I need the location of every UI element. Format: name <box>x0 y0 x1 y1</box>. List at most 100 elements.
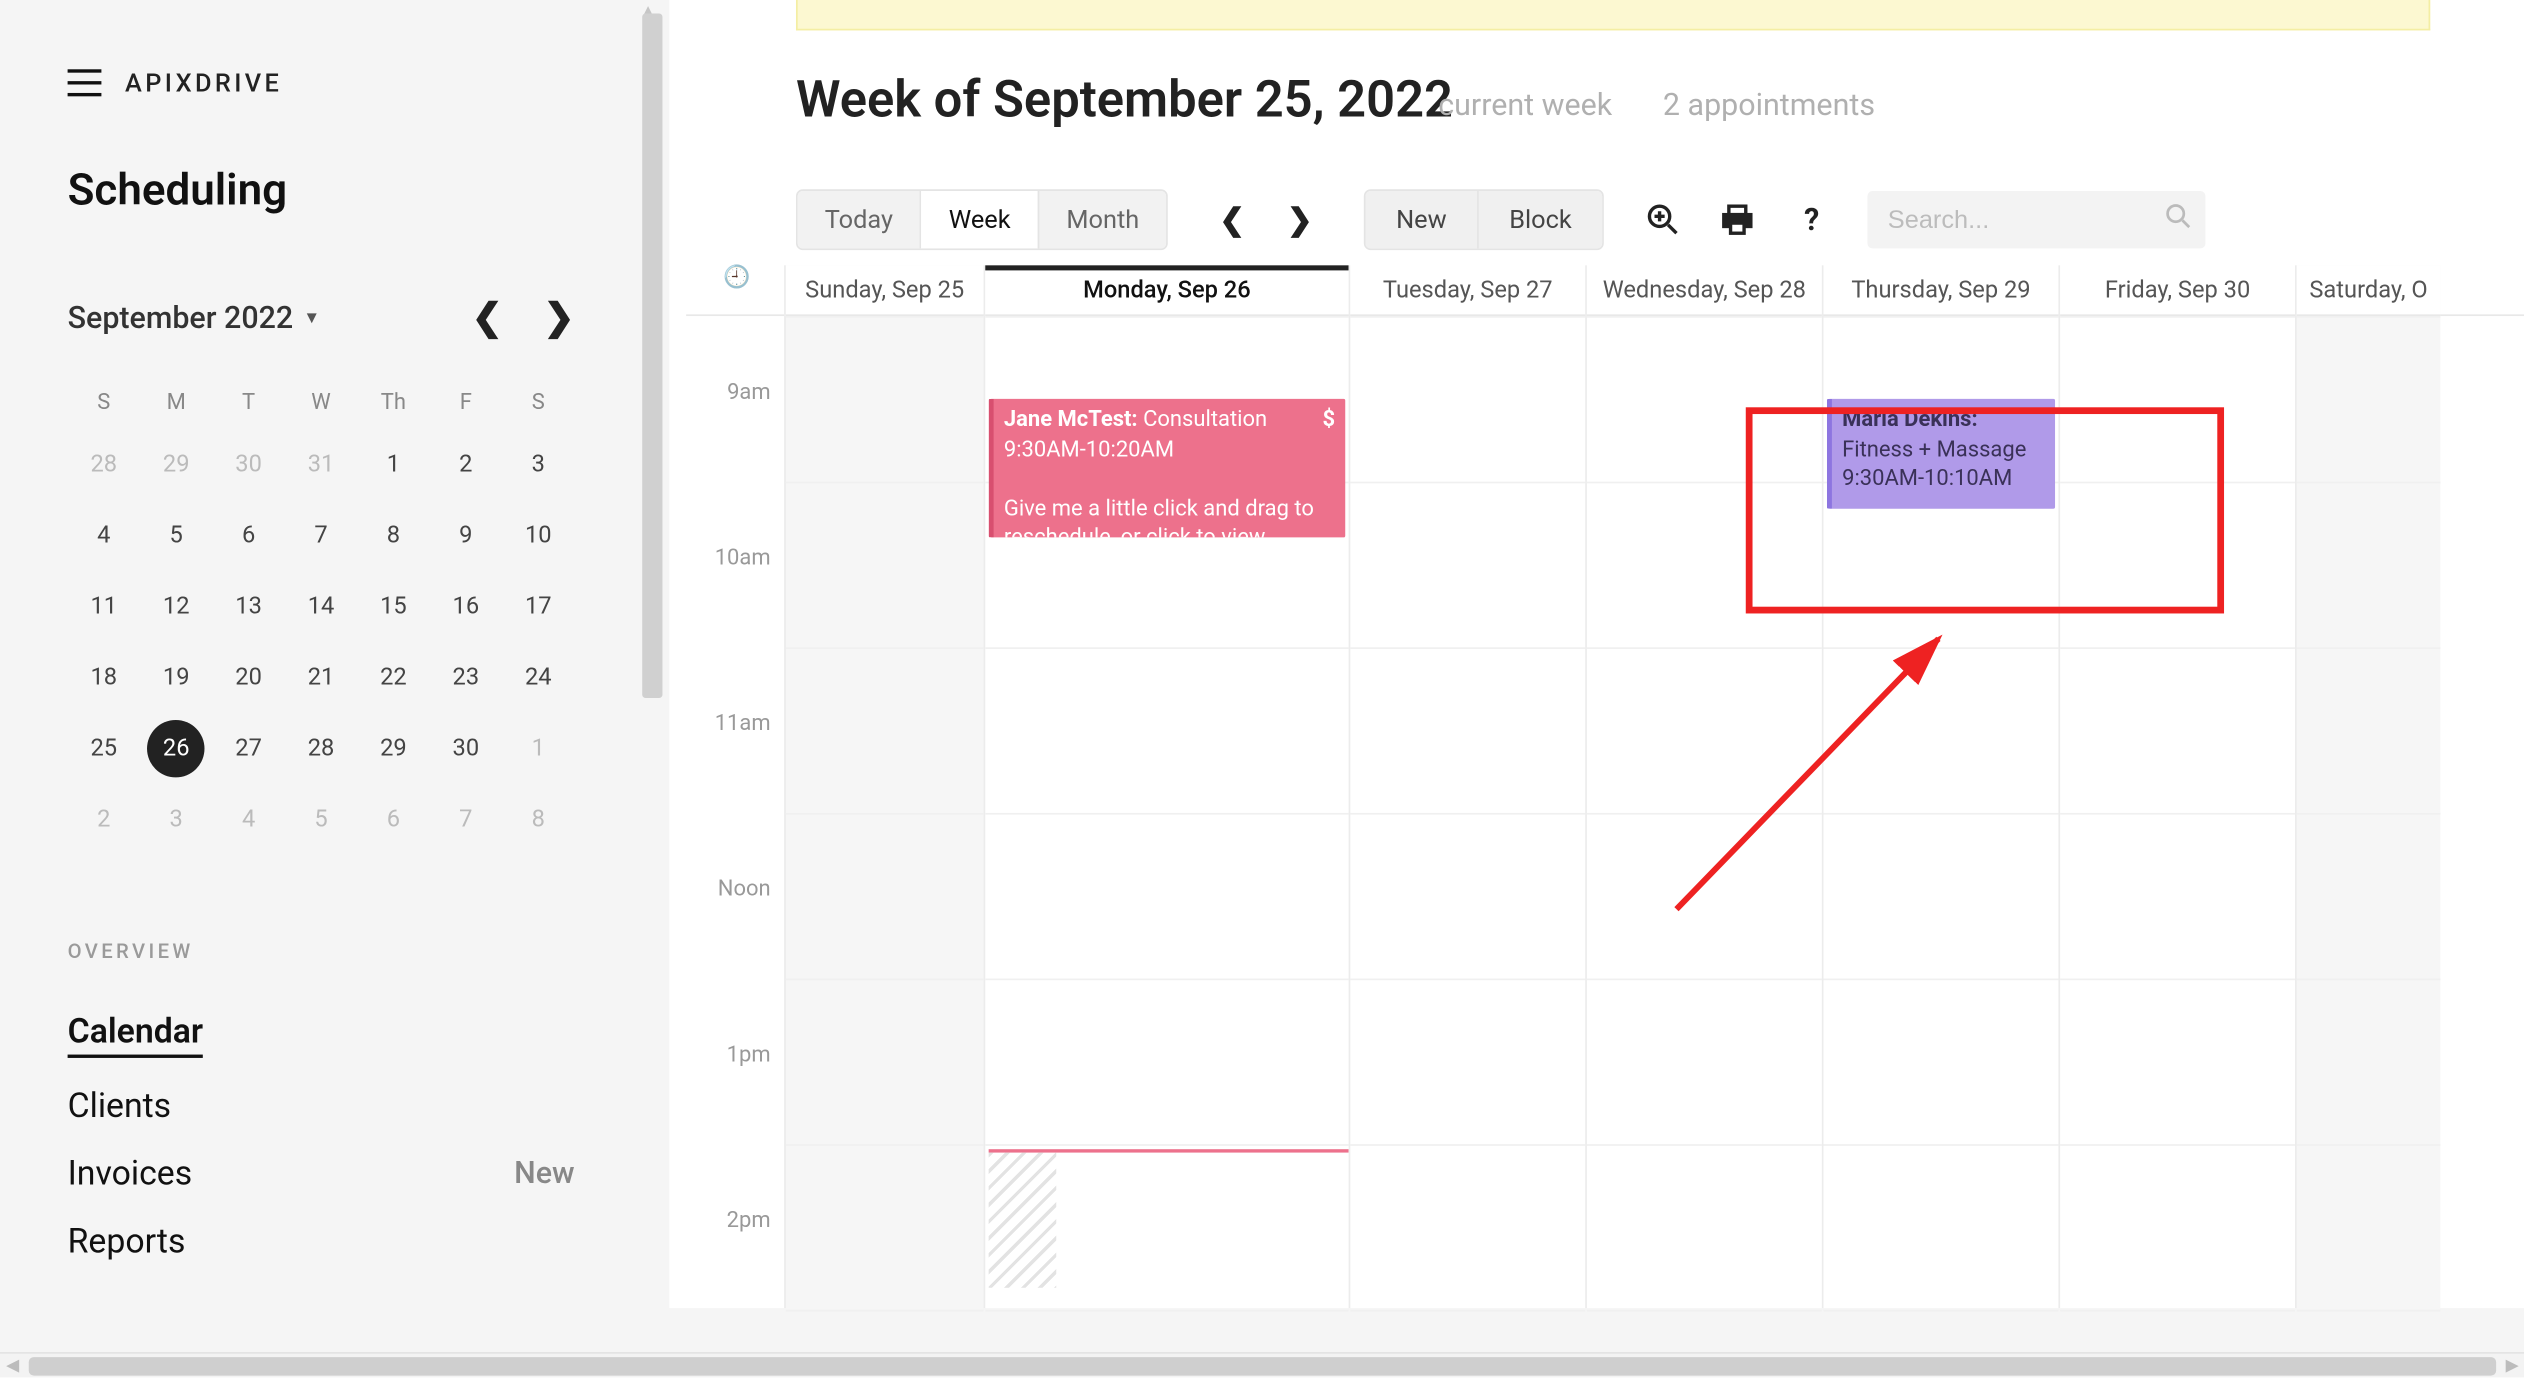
time-label: Noon <box>718 877 771 902</box>
nav-item-invoices[interactable]: InvoicesNew <box>68 1139 575 1207</box>
mini-cal-day[interactable]: 1 <box>365 436 422 493</box>
mini-cal-day[interactable]: 10 <box>510 507 567 564</box>
day-header: Sunday, Sep 25 <box>786 265 984 316</box>
mini-cal-day[interactable]: 3 <box>147 791 204 848</box>
mini-cal-dow: F <box>430 377 502 429</box>
help-icon[interactable]: ? <box>1793 201 1830 238</box>
mini-cal-day[interactable]: 7 <box>437 791 494 848</box>
nav-item-calendar[interactable]: Calendar <box>68 997 575 1071</box>
view-switcher: Today Week Month <box>796 189 1168 250</box>
mini-cal-prev[interactable]: ❮ <box>472 297 503 339</box>
day-column-mon[interactable]: Monday, Sep 26 Jane McTest: Consultation … <box>984 265 1349 1308</box>
horizontal-scrollbar[interactable]: ◀ ▶ <box>0 1352 2524 1377</box>
appointment-count: 2 appointments <box>1663 88 1875 123</box>
mini-cal-day[interactable]: 6 <box>365 791 422 848</box>
day-header: Wednesday, Sep 28 <box>1587 265 1822 316</box>
day-column-sun[interactable]: Sunday, Sep 25 <box>784 265 983 1308</box>
mini-cal-day[interactable]: 2 <box>437 436 494 493</box>
mini-cal-day[interactable]: 12 <box>147 578 204 635</box>
day-header: Thursday, Sep 29 <box>1824 265 2059 316</box>
day-column-fri[interactable]: Friday, Sep 30 <box>2058 265 2295 1308</box>
mini-cal-day[interactable]: 4 <box>220 791 277 848</box>
time-label: 1pm <box>727 1043 771 1068</box>
sidebar-scrollbar[interactable] <box>642 14 662 698</box>
week-next-button[interactable]: ❯ <box>1269 189 1330 250</box>
mini-cal-day[interactable]: 24 <box>510 649 567 706</box>
scroll-left-caret[interactable]: ◀ <box>0 1354 25 1379</box>
mini-cal-day[interactable]: 28 <box>292 720 349 777</box>
mini-cal-day[interactable]: 31 <box>292 436 349 493</box>
page-title: Scheduling <box>68 166 575 217</box>
block-button[interactable]: Block <box>1477 191 1602 248</box>
mini-cal-day[interactable]: 1 <box>510 720 567 777</box>
mini-cal-day[interactable]: 19 <box>147 649 204 706</box>
mini-cal-day[interactable]: 8 <box>365 507 422 564</box>
annotation-arrow <box>1660 605 1964 926</box>
mini-cal-day[interactable]: 22 <box>365 649 422 706</box>
day-header: Friday, Sep 30 <box>2060 265 2295 316</box>
mini-cal-day[interactable]: 2 <box>75 791 132 848</box>
time-label: 11am <box>715 711 771 736</box>
day-column-sat[interactable]: Saturday, O <box>2295 265 2440 1308</box>
mini-cal-day[interactable]: 7 <box>292 507 349 564</box>
mini-cal-dow: W <box>285 377 357 429</box>
mini-cal-dow: T <box>212 377 284 429</box>
mini-cal-day[interactable]: 29 <box>147 436 204 493</box>
week-prev-button[interactable]: ❮ <box>1202 189 1263 250</box>
mini-cal-day[interactable]: 30 <box>437 720 494 777</box>
mini-cal-day[interactable]: 17 <box>510 578 567 635</box>
mini-cal-day[interactable]: 30 <box>220 436 277 493</box>
current-week-label: current week <box>1438 88 1612 123</box>
mini-cal-day[interactable]: 11 <box>75 578 132 635</box>
appointment[interactable]: Jane McTest: Consultation 9:30AM-10:20AM… <box>989 399 1346 537</box>
scroll-right-caret[interactable]: ▶ <box>2500 1354 2524 1379</box>
mini-cal-day[interactable]: 23 <box>437 649 494 706</box>
week-button[interactable]: Week <box>920 191 1038 248</box>
nav-item-clients[interactable]: Clients <box>68 1071 575 1139</box>
menu-icon[interactable] <box>68 69 102 96</box>
month-button[interactable]: Month <box>1038 191 1167 248</box>
search-icon <box>2165 203 2192 237</box>
mini-cal-day[interactable]: 25 <box>75 720 132 777</box>
mini-cal-day[interactable]: 9 <box>437 507 494 564</box>
scroll-thumb[interactable] <box>29 1357 2496 1376</box>
mini-cal-day[interactable]: 4 <box>75 507 132 564</box>
mini-calendar: SMTWThFS 2829303112345678910111213141516… <box>68 377 575 855</box>
mini-cal-day[interactable]: 14 <box>292 578 349 635</box>
mini-cal-day[interactable]: 13 <box>220 578 277 635</box>
mini-cal-day[interactable]: 20 <box>220 649 277 706</box>
mini-cal-day[interactable]: 26 <box>147 720 204 777</box>
mini-cal-next[interactable]: ❯ <box>543 297 574 339</box>
time-label: 10am <box>715 546 771 571</box>
time-gutter: 🕘 9am10am11amNoon1pm2pm <box>686 316 784 1308</box>
notice-bar <box>796 0 2430 30</box>
day-header: Monday, Sep 26 <box>985 265 1348 316</box>
clock-icon: 🕘 <box>723 265 750 290</box>
mini-cal-day[interactable]: 27 <box>220 720 277 777</box>
mini-cal-day[interactable]: 28 <box>75 436 132 493</box>
new-button[interactable]: New <box>1366 191 1477 248</box>
mini-cal-day[interactable]: 3 <box>510 436 567 493</box>
mini-cal-day[interactable]: 5 <box>292 791 349 848</box>
print-icon[interactable] <box>1719 201 1756 238</box>
sidebar: APIXDRIVE Scheduling September 2022 ▼ ❮ … <box>0 0 642 1308</box>
zoom-in-icon[interactable] <box>1644 201 1681 238</box>
mini-cal-day[interactable]: 16 <box>437 578 494 635</box>
mini-cal-day[interactable]: 18 <box>75 649 132 706</box>
day-column-tue[interactable]: Tuesday, Sep 27 <box>1349 265 1586 1308</box>
nav-item-reports[interactable]: Reports <box>68 1207 575 1275</box>
nav-item-label: Reports <box>68 1220 186 1261</box>
mini-cal-day[interactable]: 5 <box>147 507 204 564</box>
mini-cal-day[interactable]: 29 <box>365 720 422 777</box>
mini-cal-day[interactable]: 6 <box>220 507 277 564</box>
mini-cal-month-select[interactable]: September 2022 ▼ <box>68 301 320 336</box>
mini-cal-day[interactable]: 8 <box>510 791 567 848</box>
appointment[interactable]: Maria Dekins: Fitness + Massage 9:30AM-1… <box>1827 399 2055 509</box>
today-button[interactable]: Today <box>798 191 920 248</box>
search-input[interactable] <box>1868 191 2206 248</box>
time-label: 9am <box>727 380 771 405</box>
time-label: 2pm <box>727 1208 771 1233</box>
mini-cal-day[interactable]: 21 <box>292 649 349 706</box>
mini-cal-dow: S <box>502 377 575 429</box>
mini-cal-day[interactable]: 15 <box>365 578 422 635</box>
